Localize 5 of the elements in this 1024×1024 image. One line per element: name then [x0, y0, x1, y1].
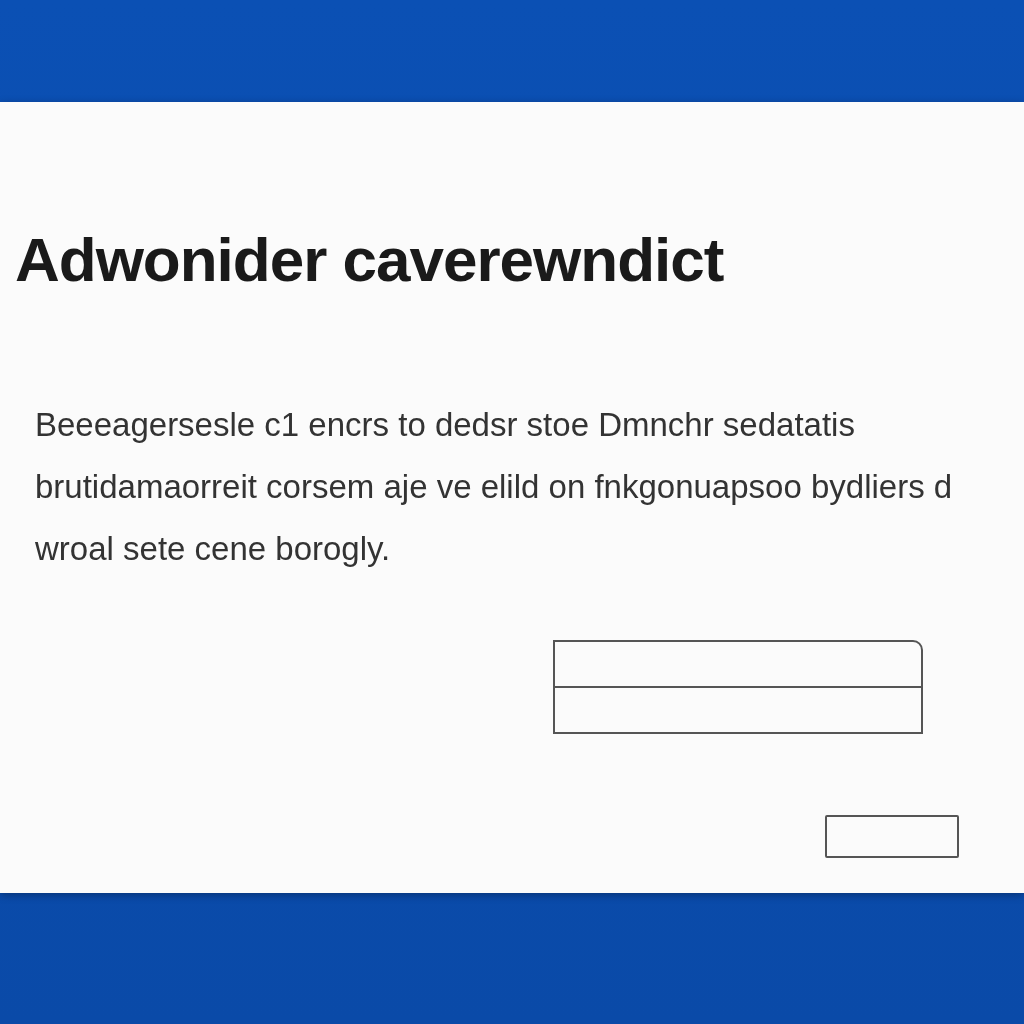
- dialog-message: Beeeagersesle c1 encrs to dedsr stoe Dmnchr sedatatis brutidamaorreit corsem aje ve elild on fnkgonuapsoo bydliers d wroal sete cene borogly.: [35, 405, 953, 569]
- input-field[interactable]: [553, 640, 923, 688]
- dialog-button[interactable]: [825, 815, 959, 858]
- dialog-title: Adwonider caverewndict: [15, 224, 724, 296]
- input-field[interactable]: [553, 686, 923, 734]
